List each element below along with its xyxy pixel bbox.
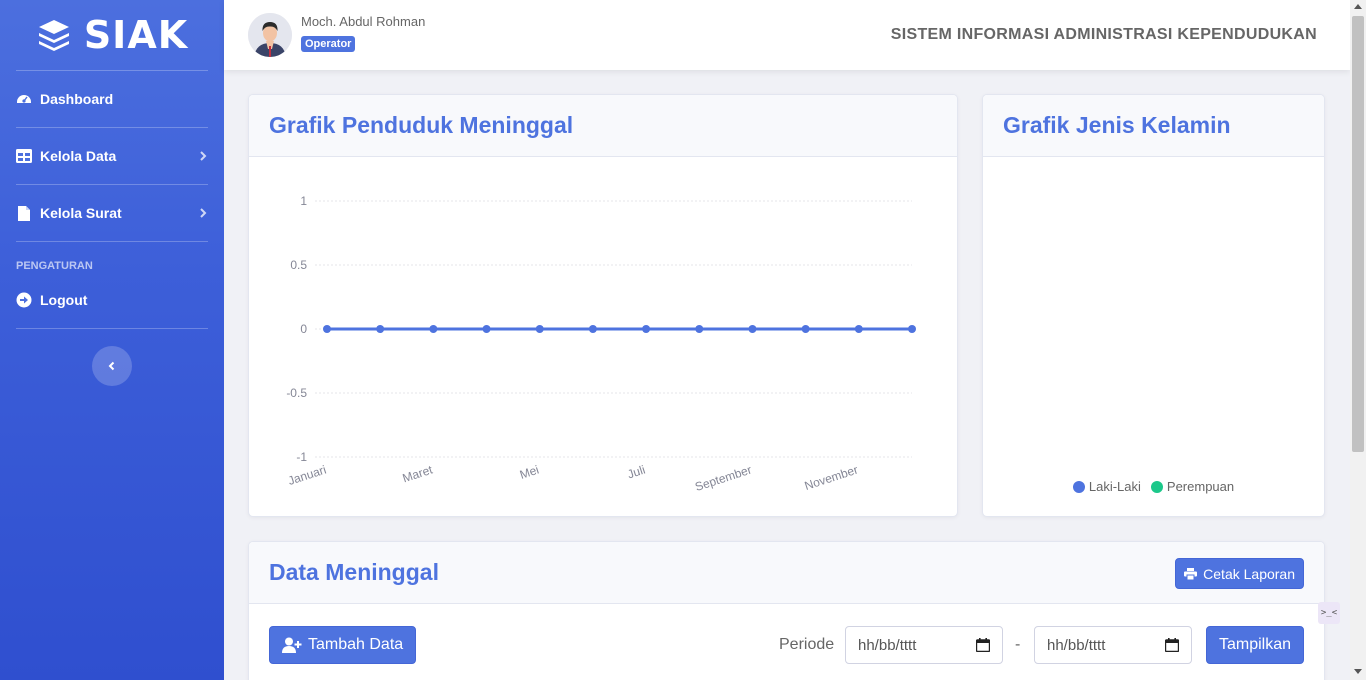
calendar-icon[interactable]	[1165, 638, 1179, 652]
add-data-label: Tambah Data	[308, 636, 404, 653]
end-date-placeholder: hh/bb/tttt	[1047, 636, 1106, 654]
print-icon	[1184, 567, 1198, 580]
file-icon	[16, 205, 32, 221]
chart-legend: Laki-Laki Perempuan	[983, 479, 1324, 494]
data-point	[429, 325, 438, 333]
data-point	[908, 325, 916, 333]
add-data-button[interactable]: Tambah Data	[269, 626, 417, 664]
x-tick-label: Juli	[626, 463, 647, 482]
legend-item[interactable]: Laki-Laki	[1072, 479, 1141, 494]
print-report-label: Cetak Laporan	[1203, 565, 1295, 582]
user-name: Moch. Abdul Rohman	[301, 14, 426, 29]
x-tick-label: Maret	[401, 462, 435, 485]
data-point	[482, 325, 491, 333]
show-button[interactable]: Tampilkan	[1205, 626, 1304, 664]
sidebar-section-heading: PENGATURAN	[16, 260, 93, 272]
scroll-up-icon[interactable]	[1354, 4, 1362, 9]
start-date-placeholder: hh/bb/tttt	[858, 636, 917, 654]
y-tick-label: -1	[296, 450, 307, 464]
line-chart-card: Grafik Penduduk Meninggal 1 0.5 0 -0.5 -1 Jan…	[248, 94, 958, 517]
user-plus-icon	[282, 637, 302, 653]
data-point	[695, 325, 704, 333]
logout-icon	[16, 292, 32, 308]
devtools-widget-icon[interactable]: >_<	[1318, 602, 1340, 624]
card-title: Grafik Jenis Kelamin	[1003, 112, 1231, 138]
chevron-right-icon	[200, 208, 207, 218]
data-point	[535, 325, 544, 333]
role-badge: Operator	[301, 36, 356, 52]
scroll-thumb[interactable]	[1352, 16, 1364, 452]
legend-label: Perempuan	[1166, 479, 1235, 494]
topbar: Moch. Abdul Rohman Operator SISTEM INFOR…	[224, 0, 1350, 70]
show-button-label: Tampilkan	[1218, 636, 1291, 653]
sidebar-item-label: Kelola Data	[40, 148, 117, 164]
card-header: Grafik Jenis Kelamin	[983, 95, 1324, 157]
sidebar-item-logout[interactable]: Logout	[0, 272, 224, 328]
data-point	[323, 325, 331, 333]
y-tick-label: 1	[300, 194, 307, 208]
line-chart: 1 0.5 0 -0.5 -1Januari Maret Mei Juli September N…	[286, 194, 916, 494]
x-tick-label: September	[693, 463, 753, 494]
legend-dot	[1072, 480, 1085, 493]
data-card: Data Meninggal Cetak Laporan Tambah Data…	[248, 541, 1325, 680]
sidebar-item-label: Kelola Surat	[40, 205, 122, 221]
legend-dot	[1150, 480, 1163, 493]
data-point	[376, 325, 385, 333]
sidebar-divider	[16, 328, 208, 329]
sidebar-item-kelola-surat[interactable]: Kelola Surat	[0, 185, 224, 241]
data-point	[748, 325, 757, 333]
sidebar-item-kelola-data[interactable]: Kelola Data	[0, 128, 224, 184]
sidebar-item-dashboard[interactable]: Dashboard	[0, 71, 224, 127]
app-title: SISTEM INFORMASI ADMINISTRASI KEPENDUDUK…	[890, 26, 1317, 43]
print-report-button[interactable]: Cetak Laporan	[1175, 558, 1304, 589]
calendar-icon[interactable]	[976, 638, 990, 652]
y-tick-label: 0.5	[290, 258, 307, 272]
table-icon	[16, 148, 32, 164]
card-header: Data Meninggal Cetak Laporan	[249, 542, 1324, 604]
x-tick-label: Mei	[518, 463, 541, 482]
chevron-left-icon	[108, 361, 115, 371]
sidebar-item-label: Logout	[40, 292, 88, 308]
data-point	[642, 325, 651, 333]
pie-chart-card: Grafik Jenis Kelamin Laki-Laki Perempuan	[982, 94, 1325, 517]
sidebar-toggle-button[interactable]	[92, 346, 132, 386]
brand[interactable]: SIAK	[0, 0, 224, 70]
brand-name: SIAK	[83, 13, 189, 57]
card-title: Grafik Penduduk Meninggal	[269, 112, 574, 138]
y-tick-label: -0.5	[286, 386, 307, 400]
avatar[interactable]	[248, 13, 292, 57]
end-date-input[interactable]: hh/bb/tttt	[1034, 626, 1192, 664]
scroll-down-icon[interactable]	[1354, 669, 1362, 674]
start-date-input[interactable]: hh/bb/tttt	[845, 626, 1003, 664]
data-point	[854, 325, 863, 333]
data-point	[588, 325, 597, 333]
period-label: Periode	[779, 636, 835, 653]
layers-icon	[38, 20, 69, 51]
sidebar-item-label: Dashboard	[40, 91, 114, 107]
x-tick-label: Januari	[286, 463, 328, 488]
sidebar: SIAK Dashboard Kelola Data Kelola Surat …	[0, 0, 224, 680]
chevron-right-icon	[200, 151, 207, 161]
card-header: Grafik Penduduk Meninggal	[249, 95, 957, 157]
dashboard-icon	[16, 91, 32, 107]
data-point	[801, 325, 810, 333]
y-tick-label: 0	[300, 322, 307, 336]
legend-label: Laki-Laki	[1088, 479, 1141, 494]
page-scrollbar[interactable]	[1350, 0, 1366, 680]
x-tick-label: November	[803, 463, 860, 493]
card-title: Data Meninggal	[269, 559, 439, 585]
legend-item[interactable]: Perempuan	[1150, 479, 1235, 494]
date-separator: -	[1015, 636, 1021, 653]
